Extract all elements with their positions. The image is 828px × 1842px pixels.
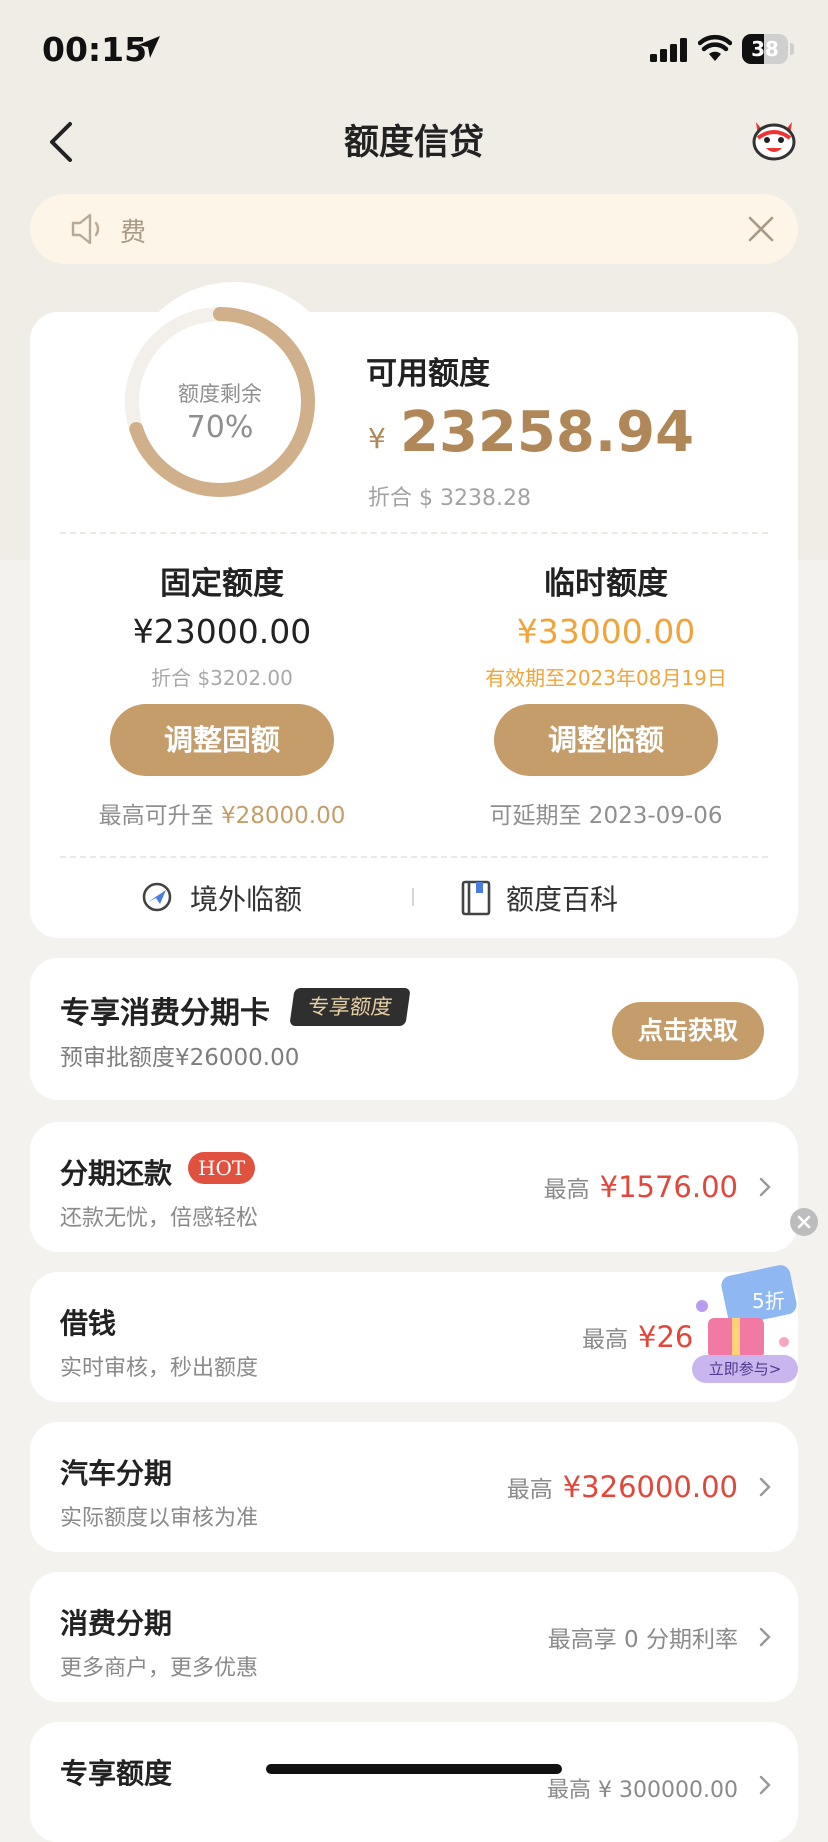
fixed-limit-max-value: ¥28000.00 xyxy=(220,803,346,829)
page-title: 额度信贷 xyxy=(343,123,484,163)
hot-badge: HOT xyxy=(188,1152,256,1184)
notice-text: 费 xyxy=(120,218,147,248)
row-title: 汽车分期 xyxy=(60,1457,173,1490)
available-currency: ¥ xyxy=(368,422,386,455)
row-title: 借钱 xyxy=(60,1307,117,1340)
status-time: 00:15 xyxy=(42,30,148,69)
speaker-icon xyxy=(71,213,100,245)
home-indicator xyxy=(266,1764,562,1774)
exclusive-tag: 专享额度 xyxy=(289,988,411,1026)
separator xyxy=(412,888,414,906)
row-subtitle: 更多商户，更多优惠 xyxy=(60,1656,259,1681)
list-item-borrow-money[interactable]: 借钱 实时审核，秒出额度 最高 ¥26 xyxy=(30,1272,798,1402)
exclusive-preapproved: 预审批额度¥26000.00 xyxy=(60,1045,300,1071)
row-max-amount: 最高 ¥26 xyxy=(582,1320,694,1354)
row-title: 专享额度 xyxy=(60,1757,173,1790)
row-max-amount: 最高 ¥326000.00 xyxy=(506,1470,738,1504)
chevron-right-icon xyxy=(759,1477,771,1497)
chevron-right-icon xyxy=(759,1177,771,1197)
wifi-icon xyxy=(698,34,732,61)
divider xyxy=(60,856,768,858)
temp-limit-extend: 可延期至 2023-09-06 xyxy=(489,803,723,829)
fixed-limit-amount: ¥23000.00 xyxy=(132,612,312,651)
fixed-limit-title: 固定额度 xyxy=(160,566,284,602)
book-icon xyxy=(461,880,491,916)
status-bar: 00:15 38 xyxy=(0,0,828,100)
promo-close-button[interactable] xyxy=(790,1208,818,1236)
credit-wiki-link[interactable]: 额度百科 xyxy=(460,878,640,918)
overseas-temp-limit-link[interactable]: 境外临额 xyxy=(140,878,310,918)
plane-globe-icon xyxy=(142,882,172,912)
row-subtitle: 实时审核，秒出额度 xyxy=(60,1356,259,1381)
row-max-rate: 最高享 0 分期利率 xyxy=(547,1627,738,1653)
exclusive-installment-card: 专享消费分期卡 专享额度 预审批额度¥26000.00 点击获取 xyxy=(30,958,798,1100)
fixed-limit-converted: 折合 $3202.00 xyxy=(151,666,293,690)
chevron-right-icon xyxy=(759,1775,771,1795)
row-max-amount: 最高 ¥1576.00 xyxy=(543,1170,738,1204)
available-amount: 23258.94 xyxy=(400,400,695,465)
credit-overview-card: 额度剩余 70% 可用额度 ¥ 23258.94 折合 $ 3238.28 固定… xyxy=(30,282,798,938)
chevron-right-icon xyxy=(759,1627,771,1647)
close-icon xyxy=(797,1215,811,1229)
row-subtitle: 还款无忧，倍感轻松 xyxy=(60,1206,259,1231)
wiki-label: 额度百科 xyxy=(506,883,619,916)
list-item-car-installment[interactable]: 汽车分期 实际额度以审核为准 最高 ¥326000.00 xyxy=(30,1422,798,1552)
promo-discount: 5折 xyxy=(752,1289,785,1313)
fixed-limit-max: 最高可升至 ¥28000.00 xyxy=(98,803,346,829)
row-title: 分期还款 xyxy=(60,1157,173,1190)
temp-limit-expiry: 有效期至2023年08月19日 xyxy=(485,666,727,690)
available-label: 可用额度 xyxy=(366,356,490,392)
list-item-exclusive-limit[interactable]: 专享额度 最高 ¥ 300000.00 xyxy=(30,1722,798,1842)
adjust-temp-button[interactable]: 调整临额 xyxy=(494,704,718,776)
battery-icon: 38 xyxy=(742,34,788,64)
join-now-button[interactable]: 立即参与> xyxy=(692,1355,798,1383)
exclusive-title: 专享消费分期卡 xyxy=(60,996,270,1031)
temp-limit-amount: ¥33000.00 xyxy=(516,612,696,651)
close-icon[interactable] xyxy=(746,214,776,244)
get-now-button[interactable]: 点击获取 xyxy=(612,1002,764,1060)
available-converted: 折合 $ 3238.28 xyxy=(368,486,531,511)
adjust-fixed-button[interactable]: 调整固额 xyxy=(110,704,334,776)
remaining-label: 额度剩余 xyxy=(178,382,262,406)
remaining-percent: 70% xyxy=(186,410,254,445)
divider xyxy=(60,532,768,534)
list-item-consumer-installment[interactable]: 消费分期 更多商户，更多优惠 最高享 0 分期利率 xyxy=(30,1572,798,1702)
row-subtitle: 实际额度以审核为准 xyxy=(60,1506,259,1531)
temp-limit-title: 临时额度 xyxy=(544,566,668,602)
mascot-service-icon[interactable] xyxy=(748,112,800,164)
notice-bar[interactable]: 费 xyxy=(30,194,798,264)
location-arrow-icon xyxy=(138,36,160,58)
row-max-amount: 最高 ¥ 300000.00 xyxy=(547,1778,738,1803)
list-item-installment-repayment[interactable]: 分期还款 HOT 还款无忧，倍感轻松 最高 ¥1576.00 xyxy=(30,1122,798,1252)
battery-level-text: 38 xyxy=(751,37,779,61)
overseas-label: 境外临额 xyxy=(190,883,303,916)
row-title: 消费分期 xyxy=(60,1607,173,1640)
cellular-signal-icon xyxy=(650,38,687,62)
